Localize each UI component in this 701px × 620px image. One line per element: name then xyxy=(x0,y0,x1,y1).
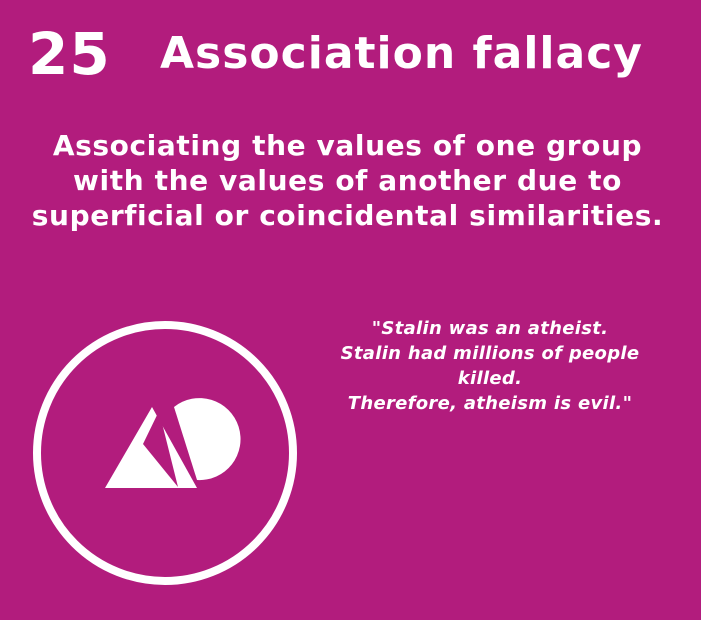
triangle-circle-overlap-icon xyxy=(30,318,300,588)
fallacy-number: 25 xyxy=(28,20,111,88)
example-line: "Stalin was an atheist. xyxy=(371,318,609,339)
icon-graphic xyxy=(33,321,297,585)
example-line: Stalin had millions of people xyxy=(340,343,640,364)
fallacy-definition: Associating the values of one group with… xyxy=(31,129,664,232)
example-line: killed. xyxy=(457,368,523,389)
fallacy-title: Association fallacy xyxy=(160,28,643,79)
fallacy-card: 25 Association fallacy Associating the v… xyxy=(0,0,701,620)
example-line: Therefore, atheism is evil." xyxy=(347,393,633,414)
fallacy-example: "Stalin was an atheist. Stalin had milli… xyxy=(300,316,680,416)
